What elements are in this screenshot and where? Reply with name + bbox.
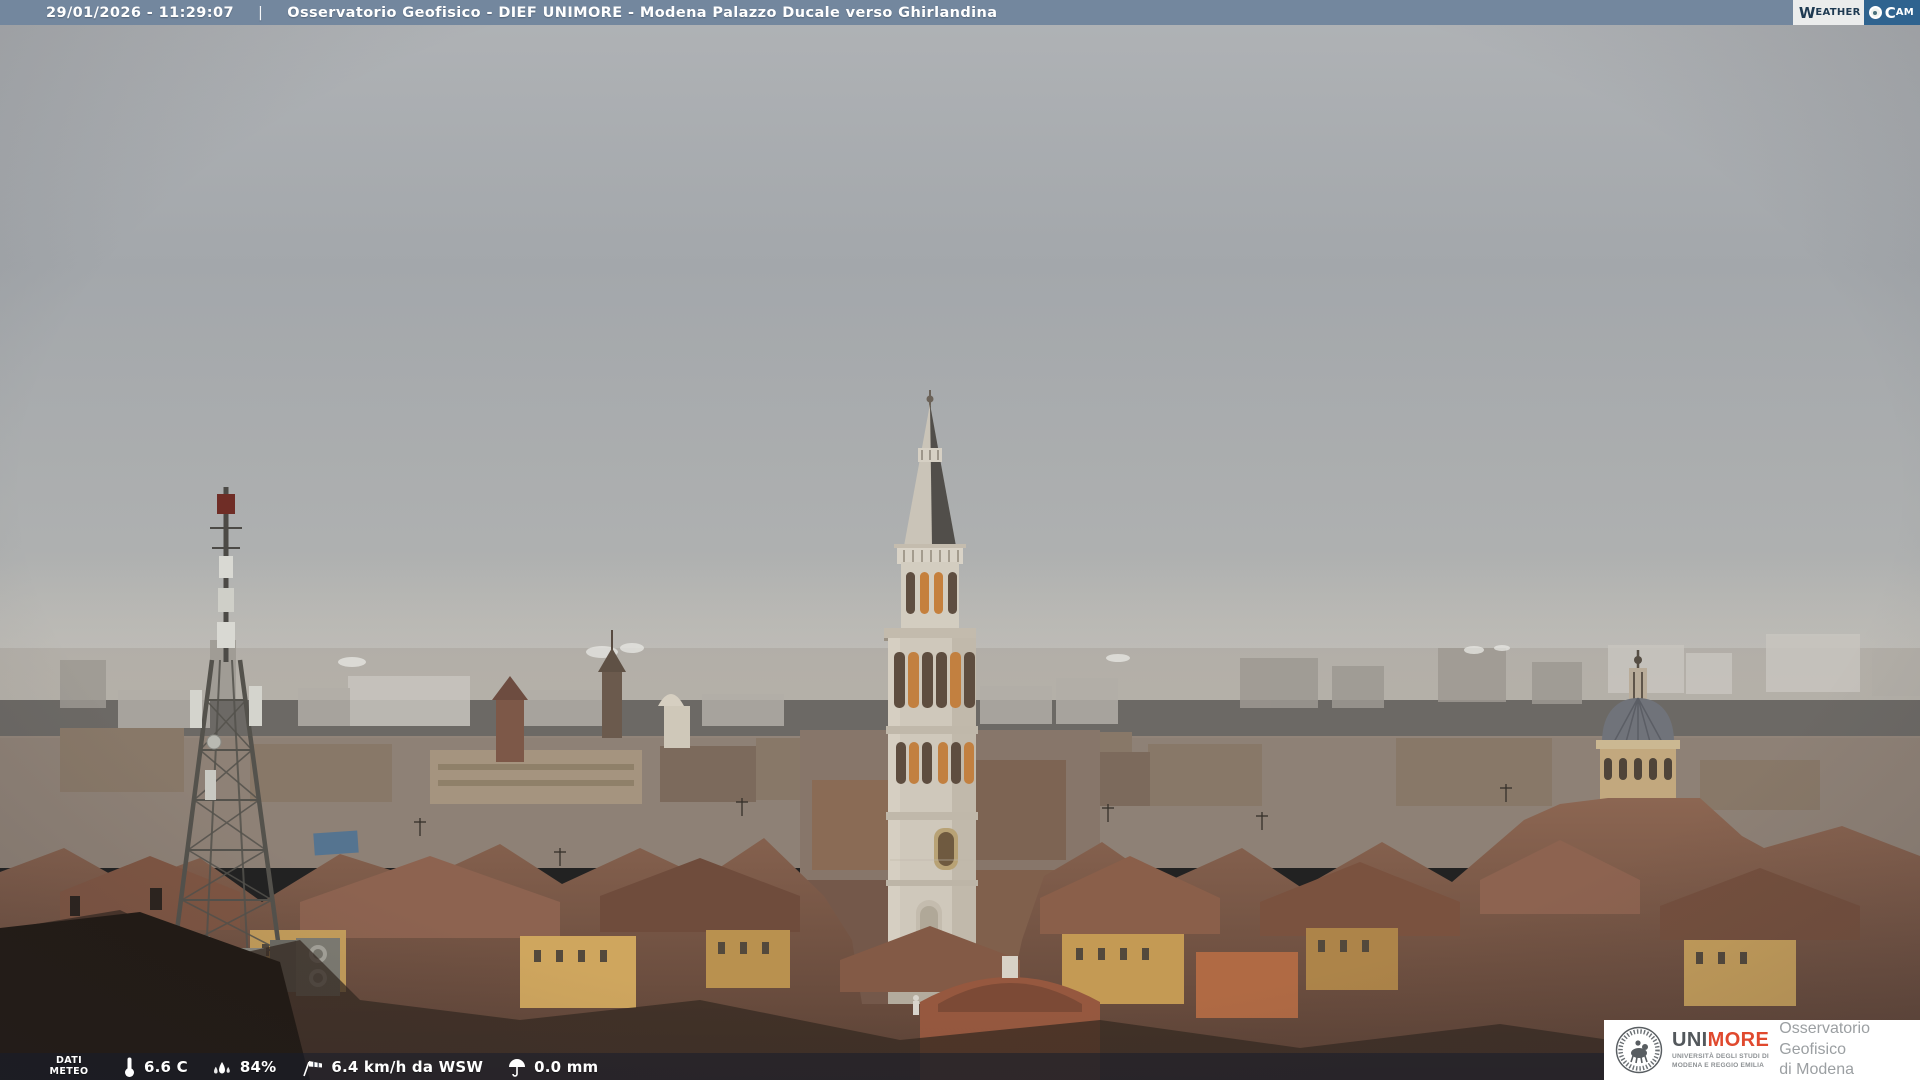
webcam-view: 29/01/2026 - 11:29:07 | Osservatorio Geo… — [0, 0, 1920, 1080]
weathercam-c: C — [1884, 3, 1896, 22]
observatory-name: Osservatorio Geofisico di Modena — [1779, 1019, 1920, 1080]
timestamp: 29/01/2026 - 11:29:07 — [46, 4, 234, 21]
observatory-name-line1: Osservatorio Geofisico — [1779, 1019, 1870, 1058]
weathercam-am: AM — [1895, 7, 1914, 18]
unimore-wordmark: UNIMORE — [1672, 1030, 1769, 1050]
humidity-reading: 84% — [212, 1056, 277, 1078]
separator: | — [257, 4, 264, 21]
weathercam-eather: EATHER — [1815, 7, 1861, 18]
top-info-bar: 29/01/2026 - 11:29:07 | Osservatorio Geo… — [0, 0, 1920, 25]
humidity-icon — [212, 1056, 233, 1078]
wind-value: 6.4 km/h da WSW — [331, 1057, 484, 1076]
weathercam-logo: W EATHER C AM — [1792, 0, 1920, 25]
cityscape-scene — [0, 0, 1920, 1080]
dati-label-line1: DATI — [55, 1055, 83, 1067]
wind-reading: 6.4 km/h da WSW — [300, 1056, 483, 1078]
unimore-more: MORE — [1707, 1028, 1770, 1051]
unimore-subtitle-line1: UNIVERSITÀ DEGLI STUDI DI — [1672, 1052, 1769, 1060]
webcam-title: Osservatorio Geofisico - DIEF UNIMORE - … — [287, 4, 998, 21]
weathercam-w: W — [1798, 3, 1816, 22]
dati-meteo-label: DATI METEO — [40, 1055, 98, 1077]
weathercam-wordmark-cam: C AM — [1863, 0, 1920, 25]
vignette — [0, 0, 1920, 1080]
unimore-subtitle-line2: MODENA E REGGIO EMILIA — [1672, 1061, 1765, 1069]
unimore-seal-icon — [1615, 1026, 1663, 1074]
temperature-reading: 6.6 C — [122, 1056, 188, 1078]
unimore-logo: UNIMORE UNIVERSITÀ DEGLI STUDI DI MODENA… — [1604, 1020, 1920, 1080]
unimore-uni: UNI — [1672, 1028, 1708, 1051]
unimore-wordmark-block: UNIMORE UNIVERSITÀ DEGLI STUDI DI MODENA… — [1672, 1030, 1769, 1070]
camera-lens-icon — [1868, 6, 1882, 19]
humidity-value: 84% — [239, 1057, 277, 1076]
dati-label-line2: METEO — [49, 1065, 89, 1077]
cityscape-photo — [0, 0, 1920, 1080]
weathercam-wordmark-weather: W EATHER — [1792, 0, 1864, 25]
observatory-name-line2: di Modena — [1779, 1061, 1854, 1079]
rain-value: 0.0 mm — [534, 1057, 599, 1076]
unimore-subtitle: UNIVERSITÀ DEGLI STUDI DI MODENA E REGGI… — [1672, 1053, 1769, 1070]
rain-reading: 0.0 mm — [507, 1056, 598, 1078]
rain-icon — [507, 1056, 527, 1078]
thermometer-icon — [122, 1056, 137, 1078]
temperature-value: 6.6 C — [144, 1057, 188, 1076]
wind-icon — [300, 1056, 324, 1078]
